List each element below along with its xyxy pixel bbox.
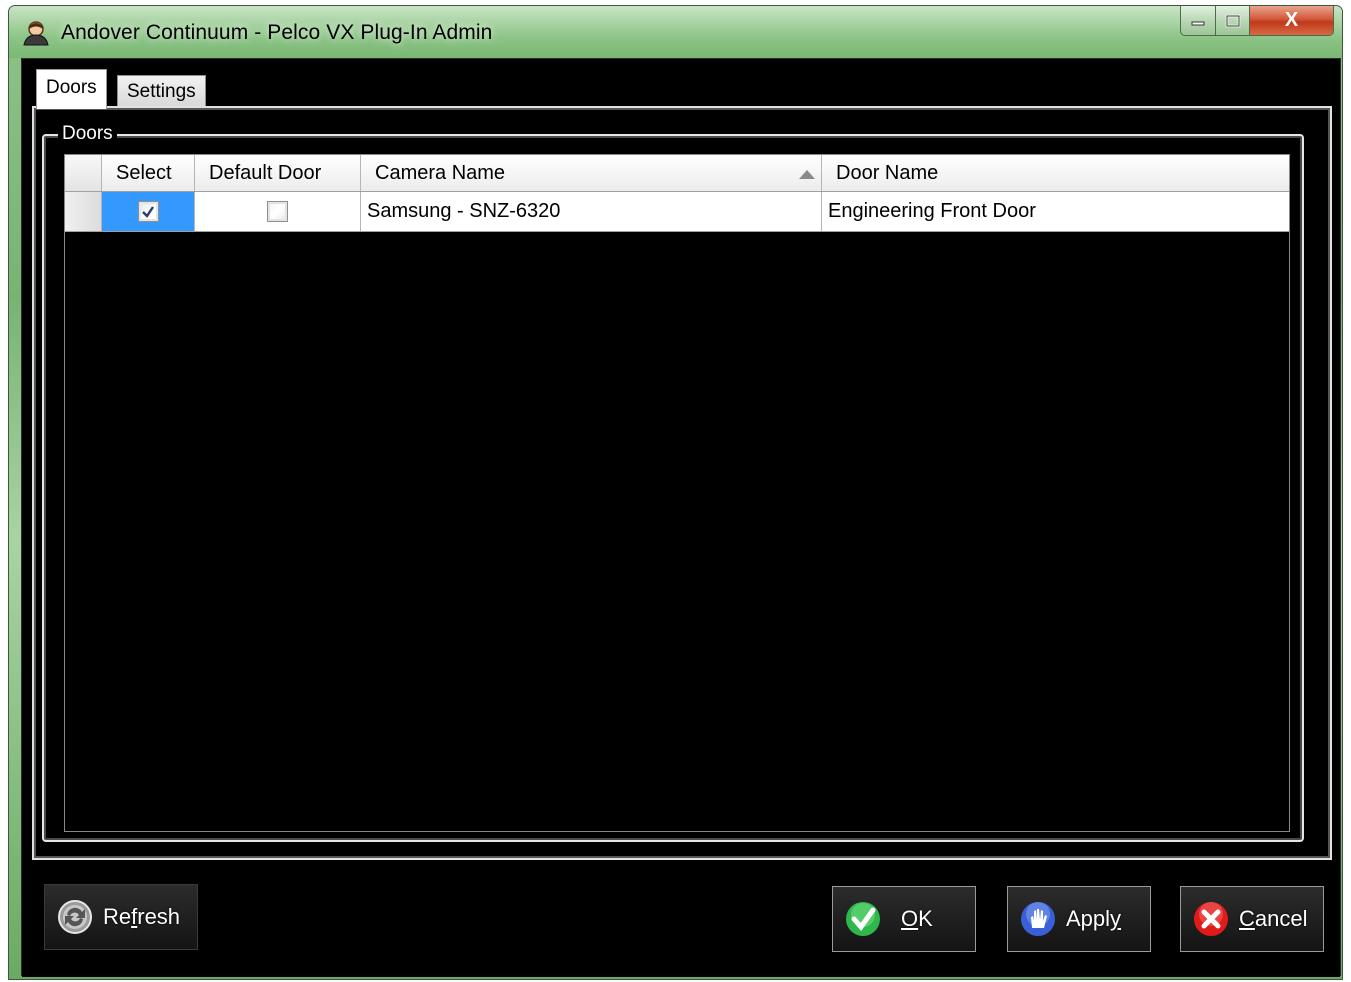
refresh-icon: [58, 900, 92, 934]
checkmark-icon: [142, 205, 154, 218]
default-door-checkbox[interactable]: [267, 201, 288, 222]
apply-label: Apply: [1066, 906, 1122, 931]
camera-name-cell[interactable]: Samsung - SNZ-6320: [361, 192, 822, 231]
x-icon: [1194, 902, 1228, 936]
column-header-door-name[interactable]: Door Name: [822, 155, 1289, 191]
title-bar[interactable]: Andover Continuum - Pelco VX Plug-In Adm…: [9, 6, 1342, 58]
column-header-default-door[interactable]: Default Door: [195, 155, 361, 191]
maximize-button[interactable]: [1216, 6, 1250, 36]
close-icon: X: [1284, 9, 1299, 31]
minimize-icon: [1191, 21, 1205, 25]
tab-settings[interactable]: Settings: [117, 75, 206, 107]
minimize-button[interactable]: [1180, 6, 1216, 36]
column-header-select[interactable]: Select: [102, 155, 195, 191]
select-cell[interactable]: [102, 192, 195, 231]
row-header-corner[interactable]: [65, 155, 102, 191]
grid-header: Select Default Door Camera Name Door Nam…: [65, 155, 1289, 192]
sort-ascending-icon: [799, 170, 815, 179]
apply-button[interactable]: Apply: [1007, 886, 1151, 952]
door-name-cell[interactable]: Engineering Front Door: [822, 192, 1289, 231]
close-button[interactable]: X: [1250, 6, 1334, 36]
ok-label: OK: [901, 906, 933, 931]
doors-grid[interactable]: Select Default Door Camera Name Door Nam…: [64, 154, 1290, 832]
tab-doors[interactable]: Doors: [36, 69, 107, 109]
ok-button[interactable]: OK: [832, 886, 976, 952]
refresh-label: Refresh: [103, 904, 181, 929]
table-row[interactable]: Samsung - SNZ-6320 Engineering Front Doo…: [65, 192, 1289, 232]
maximize-icon: [1225, 14, 1240, 27]
doors-groupbox: Doors Select Default Door Camera Name Do…: [42, 122, 1304, 842]
groupbox-legend: Doors: [58, 122, 117, 146]
window-title: Andover Continuum - Pelco VX Plug-In Adm…: [61, 21, 493, 44]
checkmark-icon: [846, 902, 880, 936]
refresh-button[interactable]: Refresh: [44, 884, 198, 950]
row-header[interactable]: [65, 192, 102, 231]
app-window: Andover Continuum - Pelco VX Plug-In Adm…: [8, 5, 1343, 980]
cancel-button[interactable]: Cancel: [1180, 886, 1324, 952]
cancel-label: Cancel: [1239, 906, 1308, 931]
hand-icon: [1021, 902, 1055, 936]
select-checkbox[interactable]: [137, 201, 159, 222]
button-bar: Refresh OK Apply Cancel: [22, 860, 1340, 977]
doors-tab-page: Doors Select Default Door Camera Name Do…: [32, 106, 1332, 860]
user-icon: [23, 21, 49, 46]
column-header-camera-name[interactable]: Camera Name: [361, 155, 822, 191]
column-header-camera-name-label: Camera Name: [375, 161, 506, 184]
default-door-cell[interactable]: [195, 192, 361, 231]
caption-buttons: X: [1180, 6, 1334, 36]
client-area: Doors Settings Doors Select Default Door…: [21, 58, 1341, 977]
